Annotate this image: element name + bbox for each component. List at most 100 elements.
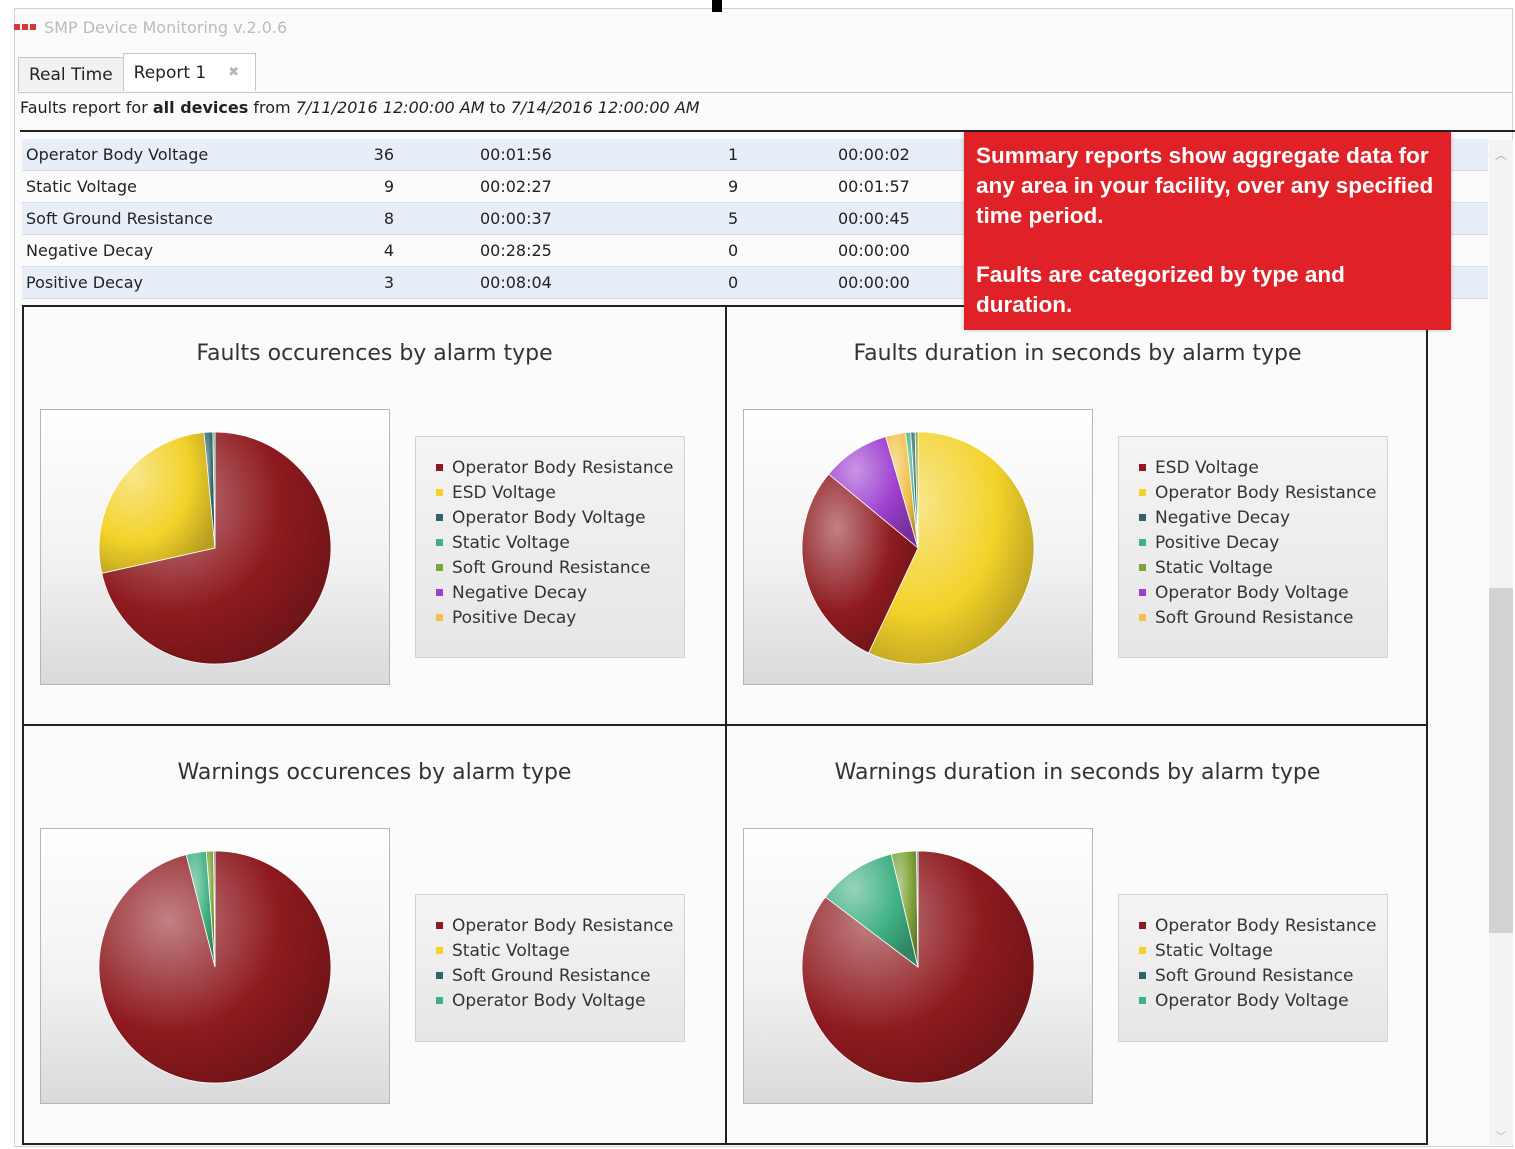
pie-chart-frame — [743, 409, 1093, 685]
legend-swatch — [436, 464, 443, 471]
chart-legend: Operator Body Resistance Static Voltage So… — [415, 894, 685, 1042]
warnings-occurrences-panel: Warnings occurences by alarm type Operat… — [24, 726, 725, 1143]
legend-item: Soft Ground Resistance — [1139, 605, 1387, 630]
legend-item: Static Voltage — [436, 938, 684, 963]
legend-label: Soft Ground Resistance — [452, 965, 651, 986]
chart-legend: Operator Body Resistance Static Voltage So… — [1118, 894, 1388, 1042]
legend-item: Static Voltage — [436, 530, 684, 555]
cell-fault-count: 8 — [383, 209, 394, 228]
scroll-up-icon[interactable]: ︿ — [1493, 146, 1509, 162]
legend-swatch — [436, 539, 443, 546]
callout-text-categories: Faults are categorized by type and durat… — [976, 262, 1345, 317]
legend-swatch — [436, 997, 443, 1004]
report-to: to — [484, 98, 511, 117]
cell-alarm-type: Negative Decay — [26, 241, 154, 260]
legend-label: Operator Body Resistance — [452, 457, 674, 478]
legend-label: Operator Body Voltage — [452, 507, 646, 528]
cell-warning-duration: 00:00:45 — [838, 209, 910, 228]
cell-warning-duration: 00:00:00 — [838, 273, 910, 292]
legend-label: Soft Ground Resistance — [452, 557, 651, 578]
tab-label: Real Time — [29, 64, 113, 85]
tab-strip: Real Time Report 1 ✖ — [18, 53, 257, 91]
tab-report-1[interactable]: Report 1 ✖ — [122, 53, 257, 91]
cell-warning-count: 0 — [728, 273, 739, 292]
report-description: Faults report for all devices from 7/11/… — [20, 98, 700, 117]
report-start-date: 7/11/2016 12:00:00 AM — [295, 98, 485, 117]
legend-swatch — [436, 972, 443, 979]
legend-swatch — [1139, 564, 1146, 571]
legend-item: Soft Ground Resistance — [1139, 963, 1387, 988]
cell-fault-count: 3 — [383, 273, 394, 292]
chart-legend: ESD Voltage Operator Body Resistance Negat… — [1118, 436, 1388, 658]
pie-chart-frame — [743, 828, 1093, 1104]
legend-swatch — [1139, 464, 1146, 471]
cell-fault-count: 9 — [383, 177, 394, 196]
legend-item: Operator Body Resistance — [1139, 913, 1387, 938]
tab-real-time[interactable]: Real Time — [18, 57, 124, 91]
report-prefix: Faults report for — [20, 98, 153, 117]
legend-label: Static Voltage — [1155, 940, 1273, 961]
cell-alarm-type: Static Voltage — [26, 177, 137, 196]
legend-swatch — [1139, 514, 1146, 521]
legend-label: Operator Body Voltage — [1155, 990, 1349, 1011]
chart-title: Warnings duration in seconds by alarm ty… — [834, 760, 1321, 785]
legend-item: Operator Body Voltage — [1139, 580, 1387, 605]
legend-label: Soft Ground Resistance — [1155, 965, 1354, 986]
legend-label: Static Voltage — [452, 940, 570, 961]
legend-label: Negative Decay — [1155, 507, 1291, 528]
legend-swatch — [1139, 972, 1146, 979]
faults-duration-panel: Faults duration in seconds by alarm type… — [727, 307, 1428, 724]
window-marker — [712, 0, 722, 12]
cell-fault-count: 4 — [383, 241, 394, 260]
report-end-date: 7/14/2016 12:00:00 AM — [510, 98, 700, 117]
close-icon[interactable]: ✖ — [228, 65, 239, 80]
cell-warning-count: 0 — [728, 241, 739, 260]
cell-alarm-type: Operator Body Voltage — [26, 145, 209, 164]
pie-chart-frame — [40, 409, 390, 685]
pie-chart — [98, 850, 332, 1084]
cell-warning-count: 1 — [728, 145, 739, 164]
scroll-down-icon[interactable]: ﹀ — [1493, 1128, 1509, 1143]
legend-item: Operator Body Resistance — [1139, 480, 1387, 505]
tab-label: Report 1 — [133, 62, 207, 83]
pie-slice — [98, 432, 216, 574]
app-logo-icon — [14, 24, 36, 30]
legend-label: ESD Voltage — [1155, 457, 1259, 478]
cell-alarm-type: Positive Decay — [26, 273, 143, 292]
charts-area: Faults occurences by alarm type Operator… — [22, 305, 1428, 1145]
legend-swatch — [436, 489, 443, 496]
app-title: SMP Device Monitoring v.2.0.6 — [44, 17, 288, 37]
cell-warning-duration: 00:01:57 — [838, 177, 910, 196]
legend-swatch — [1139, 997, 1146, 1004]
legend-item: Negative Decay — [1139, 505, 1387, 530]
legend-item: Positive Decay — [1139, 530, 1387, 555]
legend-swatch — [1139, 539, 1146, 546]
cell-fault-duration: 00:01:56 — [480, 145, 552, 164]
legend-label: Positive Decay — [1155, 532, 1280, 553]
scrollbar-thumb[interactable] — [1489, 588, 1513, 933]
legend-item: ESD Voltage — [436, 480, 684, 505]
legend-swatch — [436, 564, 443, 571]
cell-alarm-type: Soft Ground Resistance — [26, 209, 213, 228]
legend-item: Static Voltage — [1139, 938, 1387, 963]
report-from: from — [248, 98, 296, 117]
cell-fault-count: 36 — [373, 145, 394, 164]
legend-swatch — [1139, 947, 1146, 954]
faults-occurrences-panel: Faults occurences by alarm type Operator… — [24, 307, 725, 724]
cell-fault-duration: 00:08:04 — [480, 273, 552, 292]
cell-warning-duration: 00:00:02 — [838, 145, 910, 164]
legend-label: Operator Body Voltage — [1155, 582, 1349, 603]
tab-divider — [18, 92, 1513, 93]
legend-swatch — [436, 514, 443, 521]
cell-warning-count: 5 — [728, 209, 739, 228]
legend-label: Operator Body Resistance — [1155, 915, 1377, 936]
callout-text-summary: Summary reports show aggregate data for … — [976, 143, 1434, 228]
pie-chart-frame — [40, 828, 390, 1104]
cell-warning-duration: 00:00:00 — [838, 241, 910, 260]
legend-swatch — [436, 922, 443, 929]
legend-item: ESD Voltage — [1139, 455, 1387, 480]
legend-label: Negative Decay — [452, 582, 588, 603]
report-scope: all devices — [152, 98, 249, 117]
cell-fault-duration: 00:00:37 — [480, 209, 552, 228]
legend-item: Positive Decay — [436, 605, 684, 630]
